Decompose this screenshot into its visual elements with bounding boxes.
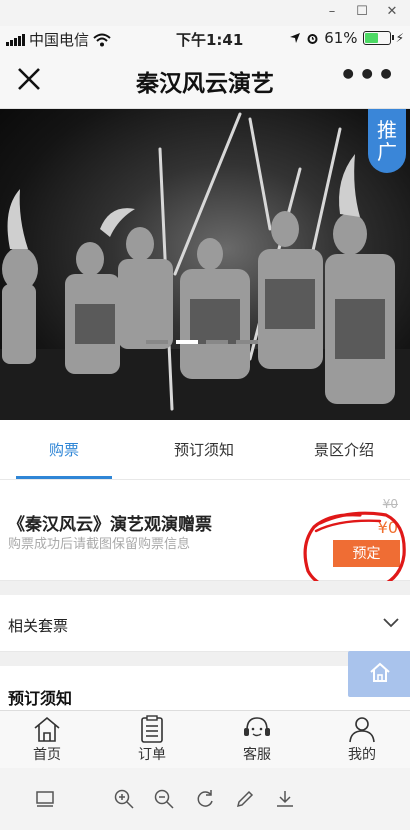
bottom-navigation: 首页 订单 客服 我的 (0, 710, 410, 769)
banner-carousel[interactable]: 推广 (0, 109, 410, 420)
edit-icon[interactable] (234, 788, 256, 810)
window-titlebar: – ☐ ✕ (0, 0, 410, 26)
alarm-icon (307, 33, 318, 44)
carrier-name: 中国电信 (29, 31, 90, 49)
app-header: 秦汉风云演艺 ••• (0, 52, 410, 109)
battery-icon (362, 31, 394, 45)
nav-home[interactable]: 首页 (12, 711, 82, 769)
signal-icon (6, 33, 25, 46)
nav-orders-label: 订单 (138, 747, 166, 763)
rotate-icon[interactable] (194, 788, 216, 810)
floating-home-button[interactable] (348, 651, 410, 697)
ticket-description: 购票成功后请截图保留购票信息 (8, 537, 191, 552)
tab-buy-tickets[interactable]: 购票 (16, 439, 112, 460)
active-tab-indicator (16, 476, 112, 479)
nav-orders[interactable]: 订单 (117, 711, 187, 769)
booking-notice-title: 预订须知 (8, 689, 73, 708)
ticket-name: 《秦汉风云》演艺观演赠票 (8, 515, 212, 535)
minimize-button[interactable]: – (322, 3, 342, 21)
home-icon (34, 716, 60, 742)
tab-bar: 购票 预订须知 景区介绍 (0, 421, 410, 480)
carousel-dot[interactable] (146, 340, 168, 344)
more-options-icon[interactable]: ••• (339, 61, 396, 89)
order-icon (141, 715, 163, 743)
zoom-out-icon[interactable] (153, 788, 175, 810)
carousel-dot[interactable] (236, 340, 258, 344)
download-icon[interactable] (274, 788, 296, 810)
section-divider (0, 581, 410, 595)
layout-icon[interactable] (34, 788, 56, 810)
carousel-indicator (146, 340, 258, 344)
tab-booking-notes[interactable]: 预订须知 (156, 439, 252, 460)
tab-scenic-intro[interactable]: 景区介绍 (296, 439, 392, 460)
nav-customer-service-label: 客服 (243, 747, 271, 763)
status-bar: 中国电信 下午1:41 61% ⚡ (0, 26, 410, 52)
chevron-down-icon (383, 618, 399, 628)
carrier-info: 中国电信 (6, 29, 111, 50)
status-right: 61% ⚡ (289, 29, 404, 47)
maximize-button[interactable]: ☐ (352, 3, 372, 21)
status-time: 下午1:41 (176, 31, 244, 49)
wifi-icon (93, 33, 111, 46)
charging-icon: ⚡ (395, 31, 404, 45)
carousel-dot[interactable] (176, 340, 198, 344)
nav-home-label: 首页 (33, 747, 61, 763)
customer-service-icon (244, 717, 270, 737)
profile-icon (349, 717, 375, 743)
battery-percent: 61% (324, 29, 358, 47)
close-window-button[interactable]: ✕ (382, 3, 402, 21)
nav-customer-service[interactable]: 客服 (222, 711, 292, 769)
zoom-in-icon[interactable] (113, 788, 135, 810)
viewer-toolbar (0, 768, 410, 830)
banner-photo (0, 112, 410, 420)
nav-profile-label: 我的 (348, 747, 376, 763)
related-packages-row[interactable]: 相关套票 (0, 595, 410, 652)
home-icon (370, 662, 390, 682)
carousel-dot[interactable] (206, 340, 228, 344)
location-icon (290, 33, 301, 43)
nav-profile[interactable]: 我的 (327, 711, 397, 769)
related-packages-label: 相关套票 (8, 617, 69, 635)
promo-tag[interactable]: 推广 (368, 109, 406, 173)
